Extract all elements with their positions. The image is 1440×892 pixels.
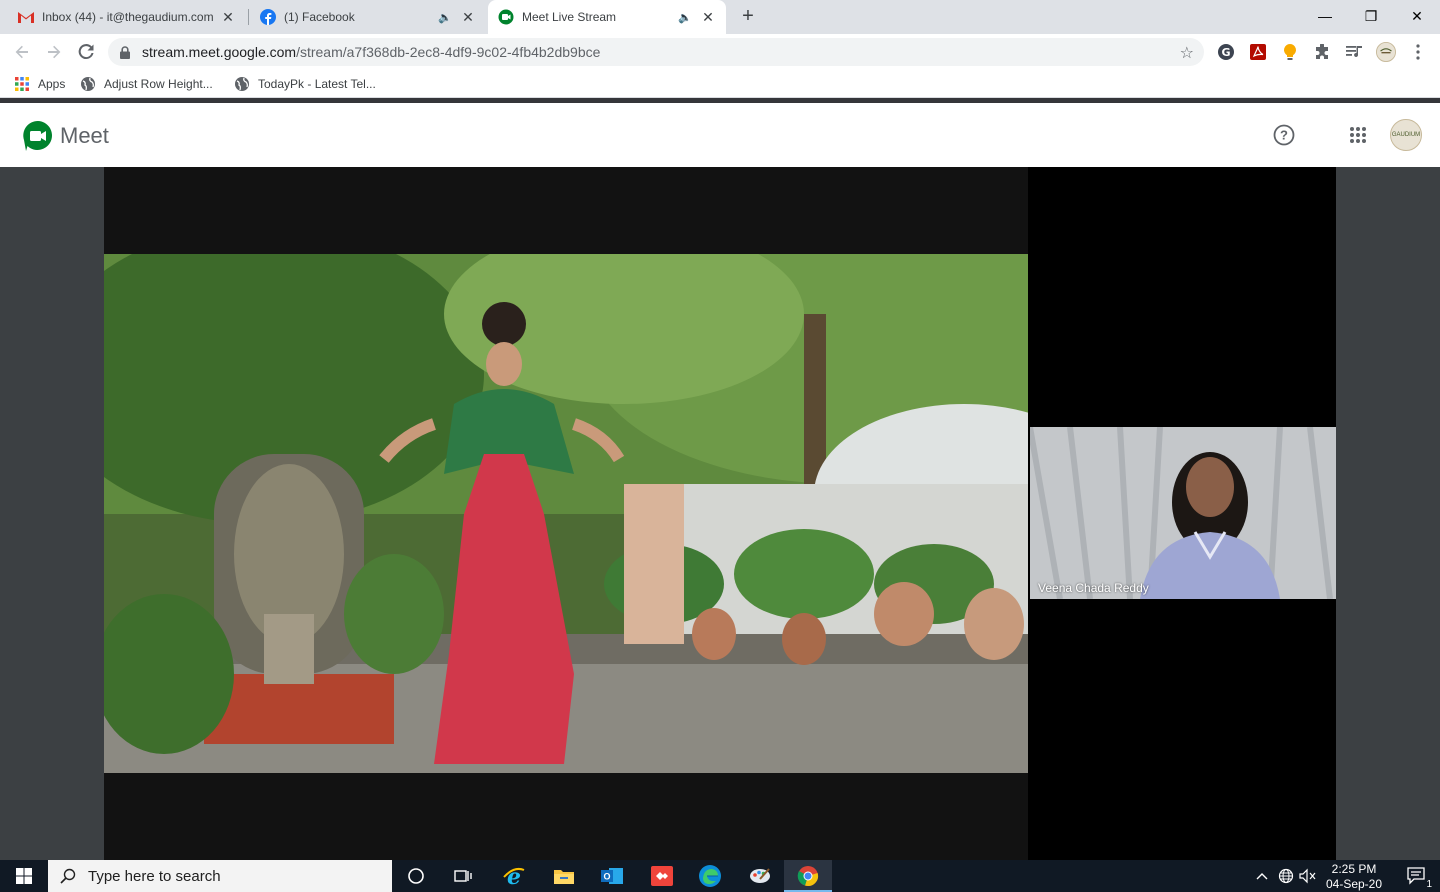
main-stream-area (104, 167, 1028, 860)
tab-title: (1) Facebook (284, 10, 355, 24)
facebook-icon (260, 9, 276, 25)
file-explorer-icon[interactable] (540, 860, 588, 892)
media-control-icon[interactable] (1344, 42, 1364, 62)
url-text: stream.meet.google.com/stream/a7f368db-2… (142, 44, 600, 60)
bulb-icon[interactable] (1280, 42, 1300, 62)
grammarly-icon[interactable]: G (1216, 42, 1236, 62)
close-window-button[interactable]: ✕ (1394, 0, 1440, 32)
avatar-logo-text: GAUDIUM (1391, 132, 1421, 138)
tab-strip: Inbox (44) - it@thegaudium.com ✕ (1) Fac… (0, 0, 1440, 34)
bookmark-apps[interactable]: Apps (14, 75, 65, 93)
reload-button[interactable] (74, 40, 98, 64)
tab-title: Meet Live Stream (522, 10, 617, 24)
stream-stage: Veena Chada Reddy (0, 167, 1440, 860)
task-view-icon[interactable] (440, 860, 488, 892)
bookmark-adjust-row-height[interactable]: Adjust Row Height... (80, 75, 213, 93)
minimize-button[interactable]: — (1302, 0, 1348, 32)
svg-text:e: e (507, 864, 521, 888)
forward-button[interactable] (42, 40, 66, 64)
clock-time: 2:25 PM (1331, 862, 1377, 876)
back-button[interactable] (10, 40, 34, 64)
start-button[interactable] (0, 860, 48, 892)
speaker-icon[interactable]: 🔈 (678, 11, 692, 24)
address-bar[interactable]: stream.meet.google.com/stream/a7f368db-2… (108, 38, 1204, 66)
clock-date: 04-Sep-20 (1325, 877, 1383, 891)
taskbar: Type here to search e O 2:25 PM 04-Sep-2… (0, 860, 1440, 892)
participant-name: Veena Chada Reddy (1038, 581, 1149, 595)
close-icon[interactable]: ✕ (220, 9, 236, 26)
anydesk-icon[interactable] (638, 860, 686, 892)
network-globe-icon[interactable] (1276, 860, 1296, 892)
tab-separator (248, 9, 249, 25)
profile-avatar-icon[interactable] (1376, 42, 1396, 62)
tray-expand-icon[interactable] (1252, 860, 1272, 892)
tab-facebook[interactable]: (1) Facebook 🔈 ✕ (250, 0, 486, 34)
notification-center-icon[interactable]: 1 (1394, 860, 1440, 892)
puzzle-icon[interactable] (1312, 42, 1332, 62)
tab-gmail[interactable]: Inbox (44) - it@thegaudium.com ✕ (8, 0, 246, 34)
forward-arrow-icon (48, 45, 61, 59)
cortana-icon[interactable] (392, 860, 440, 892)
browser-toolbar: stream.meet.google.com/stream/a7f368db-2… (0, 34, 1440, 70)
speaker-icon[interactable]: 🔈 (438, 11, 452, 24)
reload-icon (78, 44, 94, 60)
participant-video[interactable]: Veena Chada Reddy (1030, 427, 1336, 599)
participant-panel: Veena Chada Reddy (1028, 167, 1336, 860)
app-name: Meet (60, 123, 109, 148)
search-placeholder: Type here to search (88, 867, 221, 885)
bookmark-label: Apps (38, 77, 66, 91)
bookmarks-bar: Apps Adjust Row Height... TodayPk - Late… (0, 70, 1440, 98)
ie-icon[interactable]: e (490, 860, 538, 892)
tab-meet-live-stream[interactable]: Meet Live Stream 🔈 ✕ (488, 0, 726, 34)
gmail-icon (18, 9, 34, 25)
url-path: /stream/a7f368db-2ec8-4df9-9c02-4fb4b2db… (296, 44, 601, 60)
new-tab-button[interactable]: + (736, 4, 760, 28)
bookmark-todaypk[interactable]: TodayPk - Latest Tel... (234, 75, 376, 93)
outlook-icon[interactable]: O (588, 860, 636, 892)
bookmark-label: Adjust Row Height... (104, 77, 213, 91)
main-video[interactable] (104, 254, 1028, 773)
back-arrow-icon (15, 45, 28, 59)
windows-logo-icon (16, 868, 32, 884)
help-icon[interactable]: ? (1272, 123, 1296, 147)
lock-icon[interactable] (120, 45, 132, 59)
restore-button[interactable]: ❐ (1348, 0, 1394, 32)
notification-count: 1 (1426, 879, 1432, 890)
bookmark-label: TodayPk - Latest Tel... (258, 77, 376, 91)
close-icon[interactable]: ✕ (460, 9, 476, 26)
taskbar-search[interactable]: Type here to search (48, 860, 392, 892)
search-icon (60, 868, 76, 884)
apps-grid-icon[interactable] (1346, 123, 1370, 147)
account-avatar[interactable]: GAUDIUM (1390, 119, 1422, 151)
globe-icon (234, 76, 250, 92)
acrobat-icon[interactable] (1248, 42, 1268, 62)
bookmark-star-icon[interactable]: ☆ (1180, 43, 1194, 63)
participant-image (1030, 427, 1336, 599)
apps-grid-icon (14, 76, 30, 92)
edge-icon[interactable] (686, 860, 734, 892)
volume-muted-icon[interactable] (1298, 860, 1318, 892)
meet-header: Meet ? GAUDIUM (0, 103, 1440, 167)
close-icon[interactable]: ✕ (700, 9, 716, 26)
system-clock[interactable]: 2:25 PM 04-Sep-20 (1322, 862, 1386, 892)
paint-icon[interactable] (736, 860, 784, 892)
svg-text:O: O (603, 872, 610, 882)
globe-icon (80, 76, 96, 92)
meet-logo-icon[interactable] (22, 120, 54, 152)
svg-text:G: G (1221, 46, 1230, 59)
tab-title: Inbox (44) - it@thegaudium.com (42, 10, 214, 24)
svg-text:?: ? (1280, 128, 1288, 143)
meet-icon (498, 9, 514, 25)
dance-scene-image (104, 254, 1028, 773)
menu-dots-icon[interactable] (1408, 42, 1428, 62)
chrome-icon[interactable] (784, 860, 832, 892)
url-host: stream.meet.google.com (142, 44, 297, 60)
